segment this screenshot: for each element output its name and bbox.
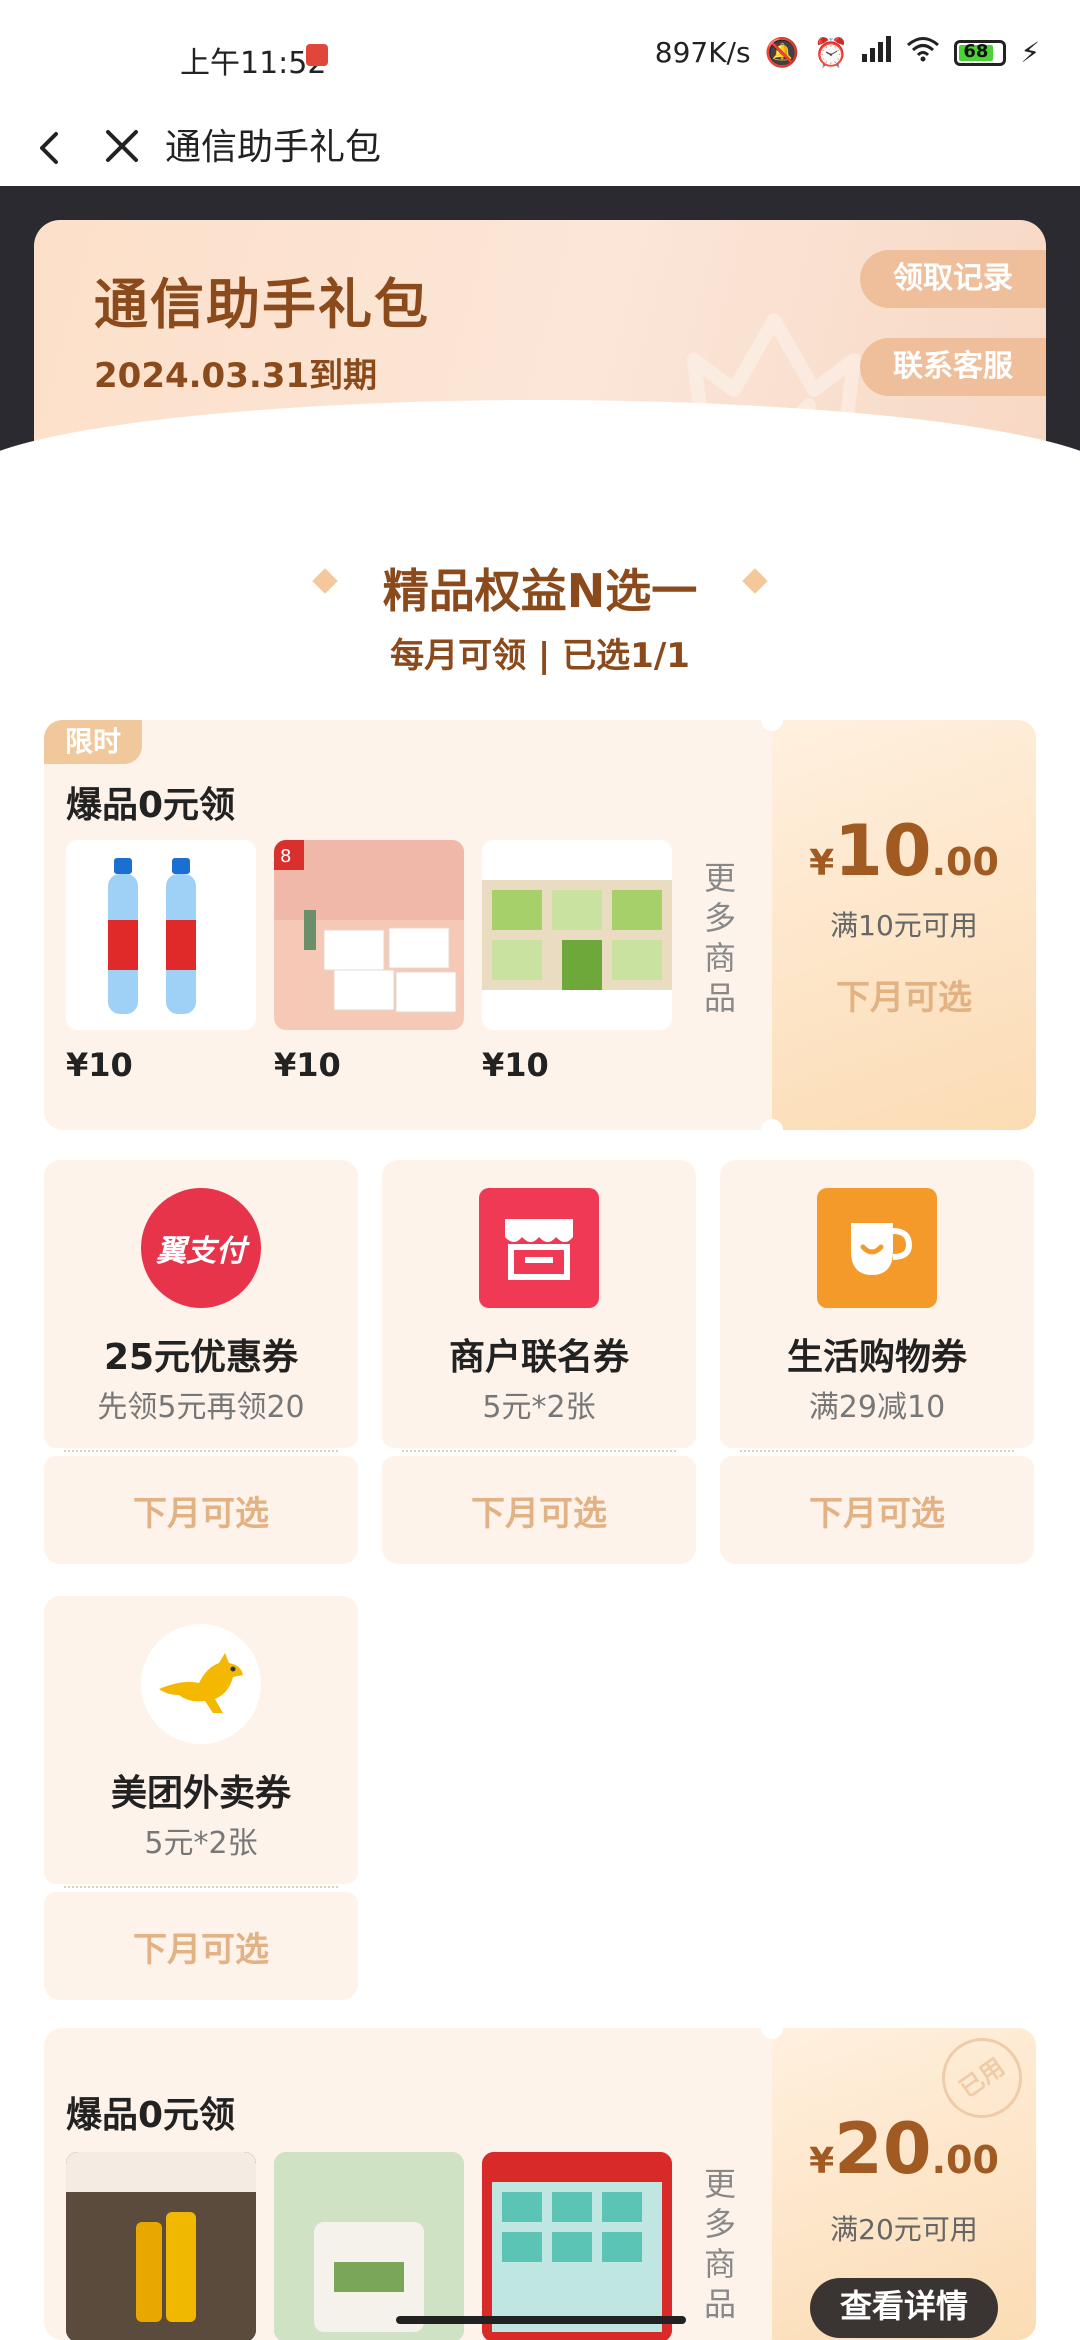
expiry-date: 2024.03.31到期 <box>94 356 378 396</box>
divider <box>64 1886 338 1888</box>
mute-icon: 🔕 <box>764 36 800 69</box>
coupon-name: 生活购物券 <box>786 1337 967 1378</box>
close-icon <box>106 130 138 162</box>
product-image-towels[interactable]: 8 <box>274 840 464 1030</box>
product-list: 爆品0元领 更多商品 <box>44 2028 772 2340</box>
section-subtitle: 每月可领 | 已选1/1 <box>390 636 690 676</box>
product-card[interactable]: 限时 爆品0元领 8 ¥10 ¥10 ¥10 更多商品 ¥10.00 满10元可… <box>44 720 1036 1130</box>
coupon-card[interactable]: 生活购物券 满29减10 下月可选 <box>720 1160 1034 1564</box>
more-products-link[interactable]: 更多商品 <box>700 858 740 1018</box>
divider <box>402 1450 676 1452</box>
coupon-desc: 5元*2张 <box>144 1826 258 1861</box>
voucher-panel[interactable]: ¥10.00 满10元可用 下月可选 <box>772 720 1036 1130</box>
section-title: 精品权益N选一 <box>382 564 698 618</box>
alarm-icon: ⏰ <box>813 36 849 69</box>
product-card-title: 爆品0元领 <box>66 785 236 826</box>
battery-icon: 68 <box>954 39 1007 66</box>
product-image-rice[interactable] <box>274 2152 464 2340</box>
product-image-tissues[interactable] <box>482 840 672 1030</box>
coupon-name: 美团外卖券 <box>110 1773 291 1814</box>
close-button[interactable] <box>98 122 146 170</box>
more-products-link[interactable]: 更多商品 <box>700 2164 740 2324</box>
wifi-icon <box>906 36 940 69</box>
product-card-title: 爆品0元领 <box>66 2095 236 2136</box>
next-month-label: 下月可选 <box>471 1494 607 1534</box>
nav-title: 通信助手礼包 <box>165 127 382 168</box>
next-month-label: 下月可选 <box>133 1494 269 1534</box>
product-price: ¥10 <box>482 1046 549 1084</box>
next-month-label: 下月可选 <box>809 1494 945 1534</box>
voucher-condition: 满20元可用 <box>830 2213 978 2246</box>
product-card[interactable]: 爆品0元领 更多商品 已用 ¥20.00 满20元可用 查看详情 <box>44 2028 1036 2340</box>
nav-bar: 通信助手礼包 <box>0 110 1080 186</box>
next-month-label: 下月可选 <box>133 1930 269 1970</box>
divider <box>64 1450 338 1452</box>
coupon-name: 商户联名券 <box>448 1337 629 1378</box>
header-title: 通信助手礼包 <box>94 273 430 336</box>
divider <box>740 1450 1014 1452</box>
voucher-panel[interactable]: 已用 ¥20.00 满20元可用 查看详情 <box>772 2028 1036 2340</box>
contact-service-button[interactable]: 联系客服 <box>860 338 1046 396</box>
coupon-card[interactable]: 翼支付 25元优惠券 先领5元再领20 下月可选 <box>44 1160 358 1564</box>
svg-text:8: 8 <box>280 846 291 867</box>
app-notification-icon <box>306 44 328 66</box>
product-price: ¥10 <box>66 1046 133 1084</box>
product-image-water[interactable] <box>66 840 256 1030</box>
kangaroo-icon <box>141 1624 261 1744</box>
voucher-amount: ¥20.00 <box>809 2108 999 2190</box>
coupon-card[interactable]: 商户联名券 5元*2张 下月可选 <box>382 1160 696 1564</box>
signal-icon <box>862 36 892 69</box>
voucher-amount: ¥10.00 <box>809 810 999 892</box>
product-list: 限时 爆品0元领 8 ¥10 ¥10 ¥10 更多商品 <box>44 720 772 1130</box>
view-details-button[interactable]: 查看详情 <box>810 2278 998 2338</box>
cup-icon <box>817 1188 937 1308</box>
product-price: ¥10 <box>274 1046 341 1084</box>
coupon-desc: 5元*2张 <box>482 1390 596 1425</box>
status-time: 上午11:52 <box>180 46 327 81</box>
voucher-condition: 满10元可用 <box>830 909 978 942</box>
coupon-card[interactable]: 美团外卖券 5元*2张 下月可选 <box>44 1596 358 2000</box>
network-speed: 897K/s <box>654 36 751 69</box>
status-bar: 上午11:52 897K/s 🔕 ⏰ 68 ⚡ <box>0 0 1080 110</box>
battery-level: 68 <box>963 40 989 62</box>
coupon-desc: 满29减10 <box>808 1390 946 1425</box>
coupon-desc: 先领5元再领20 <box>97 1390 305 1425</box>
status-indicators: 897K/s 🔕 ⏰ 68 ⚡ <box>655 36 1040 69</box>
limited-time-badge: 限时 <box>44 720 142 764</box>
back-button[interactable] <box>30 124 78 172</box>
product-image-oil[interactable] <box>66 2152 256 2340</box>
next-month-label: 下月可选 <box>836 978 972 1018</box>
charging-icon: ⚡ <box>1020 36 1040 69</box>
yizhifu-logo-icon: 翼支付 <box>141 1188 261 1308</box>
home-indicator[interactable] <box>396 2316 686 2324</box>
coupon-name: 25元优惠券 <box>103 1337 299 1378</box>
product-image-tissue-box[interactable] <box>482 2152 672 2340</box>
claim-records-button[interactable]: 领取记录 <box>860 250 1046 308</box>
chevron-left-icon <box>40 132 58 164</box>
store-icon <box>479 1188 599 1308</box>
